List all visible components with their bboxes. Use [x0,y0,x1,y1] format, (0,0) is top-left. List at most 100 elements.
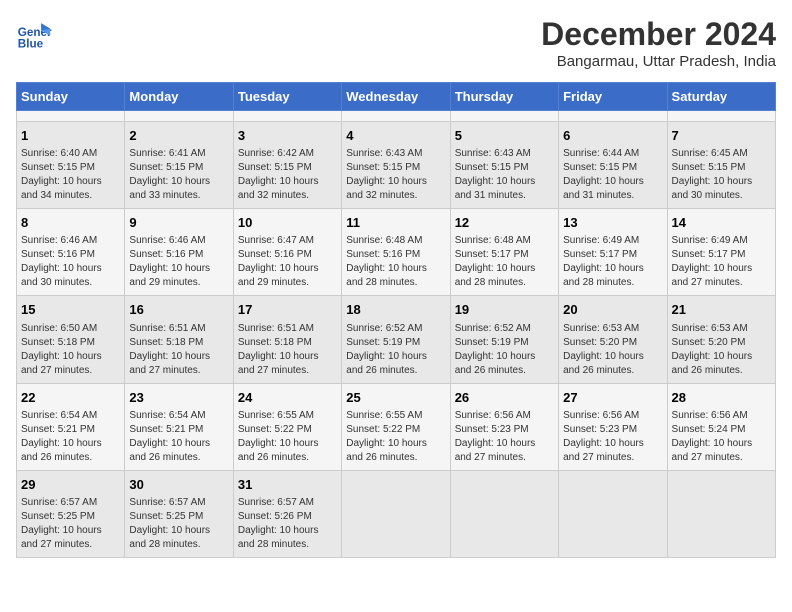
day-info: Sunrise: 6:54 AM Sunset: 5:21 PM Dayligh… [129,409,228,465]
day-info: Sunrise: 6:54 AM Sunset: 5:21 PM Dayligh… [21,409,120,465]
day-number: 9 [129,214,228,232]
header-cell-tuesday: Tuesday [233,83,341,111]
calendar-header: SundayMondayTuesdayWednesdayThursdayFrid… [17,83,776,111]
day-info: Sunrise: 6:46 AM Sunset: 5:16 PM Dayligh… [129,234,228,290]
calendar-week-4: 22 Sunrise: 6:54 AM Sunset: 5:21 PM Dayli… [17,383,776,470]
day-number: 26 [455,389,554,407]
day-info: Sunrise: 6:50 AM Sunset: 5:18 PM Dayligh… [21,322,120,378]
day-number: 27 [563,389,662,407]
day-info: Sunrise: 6:49 AM Sunset: 5:17 PM Dayligh… [563,234,662,290]
day-number: 29 [21,476,120,494]
day-info: Sunrise: 6:42 AM Sunset: 5:15 PM Dayligh… [238,147,337,203]
day-number: 21 [672,301,771,319]
calendar-cell: 21 Sunrise: 6:53 AM Sunset: 5:20 PM Dayli… [667,296,775,383]
header-cell-saturday: Saturday [667,83,775,111]
day-info: Sunrise: 6:43 AM Sunset: 5:15 PM Dayligh… [346,147,445,203]
calendar-table: SundayMondayTuesdayWednesdayThursdayFrid… [16,82,776,558]
calendar-cell: 29 Sunrise: 6:57 AM Sunset: 5:25 PM Dayli… [17,470,125,557]
calendar-cell: 6Sunrise: 6:44 AM Sunset: 5:15 PM Daylig… [559,122,667,209]
day-number: 16 [129,301,228,319]
calendar-cell: 16 Sunrise: 6:51 AM Sunset: 5:18 PM Dayli… [125,296,233,383]
calendar-cell [342,470,450,557]
calendar-cell: 13 Sunrise: 6:49 AM Sunset: 5:17 PM Dayli… [559,209,667,296]
calendar-week-0 [17,111,776,122]
day-info: Sunrise: 6:56 AM Sunset: 5:24 PM Dayligh… [672,409,771,465]
day-info: Sunrise: 6:48 AM Sunset: 5:16 PM Dayligh… [346,234,445,290]
calendar-cell: 23Sunrise: 6:54 AM Sunset: 5:21 PM Dayli… [125,383,233,470]
calendar-cell: 17Sunrise: 6:51 AM Sunset: 5:18 PM Dayli… [233,296,341,383]
day-number: 8 [21,214,120,232]
calendar-cell: 4 Sunrise: 6:43 AM Sunset: 5:15 PM Daylig… [342,122,450,209]
day-info: Sunrise: 6:52 AM Sunset: 5:19 PM Dayligh… [346,322,445,378]
calendar-body: 1Sunrise: 6:40 AM Sunset: 5:15 PM Daylig… [17,111,776,558]
calendar-week-1: 1Sunrise: 6:40 AM Sunset: 5:15 PM Daylig… [17,122,776,209]
day-info: Sunrise: 6:53 AM Sunset: 5:20 PM Dayligh… [672,322,771,378]
header-cell-thursday: Thursday [450,83,558,111]
day-info: Sunrise: 6:56 AM Sunset: 5:23 PM Dayligh… [563,409,662,465]
calendar-week-3: 15 Sunrise: 6:50 AM Sunset: 5:18 PM Dayli… [17,296,776,383]
calendar-week-2: 8 Sunrise: 6:46 AM Sunset: 5:16 PM Daylig… [17,209,776,296]
logo: General Blue [16,16,52,52]
calendar-cell [125,111,233,122]
calendar-cell: 15 Sunrise: 6:50 AM Sunset: 5:18 PM Dayli… [17,296,125,383]
calendar-cell [450,111,558,122]
day-info: Sunrise: 6:57 AM Sunset: 5:25 PM Dayligh… [21,496,120,552]
header-cell-sunday: Sunday [17,83,125,111]
calendar-cell: 27 Sunrise: 6:56 AM Sunset: 5:23 PM Dayli… [559,383,667,470]
day-info: Sunrise: 6:46 AM Sunset: 5:16 PM Dayligh… [21,234,120,290]
day-info: Sunrise: 6:41 AM Sunset: 5:15 PM Dayligh… [129,147,228,203]
calendar-cell: 20Sunrise: 6:53 AM Sunset: 5:20 PM Dayli… [559,296,667,383]
calendar-cell: 26 Sunrise: 6:56 AM Sunset: 5:23 PM Dayli… [450,383,558,470]
calendar-cell: 19Sunrise: 6:52 AM Sunset: 5:19 PM Dayli… [450,296,558,383]
day-number: 31 [238,476,337,494]
header-cell-wednesday: Wednesday [342,83,450,111]
calendar-cell: 2 Sunrise: 6:41 AM Sunset: 5:15 PM Daylig… [125,122,233,209]
day-info: Sunrise: 6:51 AM Sunset: 5:18 PM Dayligh… [238,322,337,378]
calendar-cell [667,470,775,557]
day-number: 30 [129,476,228,494]
day-number: 11 [346,214,445,232]
day-number: 15 [21,301,120,319]
calendar-cell: 22 Sunrise: 6:54 AM Sunset: 5:21 PM Dayli… [17,383,125,470]
calendar-cell: 5Sunrise: 6:43 AM Sunset: 5:15 PM Daylig… [450,122,558,209]
day-number: 18 [346,301,445,319]
day-number: 5 [455,127,554,145]
calendar-cell [667,111,775,122]
calendar-cell: 7Sunrise: 6:45 AM Sunset: 5:15 PM Daylig… [667,122,775,209]
calendar-cell: 31Sunrise: 6:57 AM Sunset: 5:26 PM Dayli… [233,470,341,557]
calendar-cell: 12Sunrise: 6:48 AM Sunset: 5:17 PM Dayli… [450,209,558,296]
calendar-cell: 10 Sunrise: 6:47 AM Sunset: 5:16 PM Dayli… [233,209,341,296]
calendar-cell: 25 Sunrise: 6:55 AM Sunset: 5:22 PM Dayli… [342,383,450,470]
calendar-cell [559,470,667,557]
day-info: Sunrise: 6:55 AM Sunset: 5:22 PM Dayligh… [346,409,445,465]
day-number: 3 [238,127,337,145]
header-cell-monday: Monday [125,83,233,111]
day-number: 22 [21,389,120,407]
day-info: Sunrise: 6:57 AM Sunset: 5:25 PM Dayligh… [129,496,228,552]
calendar-cell: 3 Sunrise: 6:42 AM Sunset: 5:15 PM Daylig… [233,122,341,209]
day-number: 7 [672,127,771,145]
logo-icon: General Blue [16,16,52,52]
calendar-cell: 1Sunrise: 6:40 AM Sunset: 5:15 PM Daylig… [17,122,125,209]
day-number: 4 [346,127,445,145]
day-info: Sunrise: 6:56 AM Sunset: 5:23 PM Dayligh… [455,409,554,465]
day-number: 25 [346,389,445,407]
subtitle: Bangarmau, Uttar Pradesh, India [541,53,776,70]
day-number: 13 [563,214,662,232]
day-number: 10 [238,214,337,232]
day-info: Sunrise: 6:51 AM Sunset: 5:18 PM Dayligh… [129,322,228,378]
day-number: 12 [455,214,554,232]
day-info: Sunrise: 6:53 AM Sunset: 5:20 PM Dayligh… [563,322,662,378]
calendar-cell [233,111,341,122]
calendar-cell [342,111,450,122]
day-info: Sunrise: 6:40 AM Sunset: 5:15 PM Dayligh… [21,147,120,203]
calendar-cell [559,111,667,122]
calendar-cell: 24 Sunrise: 6:55 AM Sunset: 5:22 PM Dayli… [233,383,341,470]
day-number: 2 [129,127,228,145]
page-header: General Blue December 2024 Bangarmau, Ut… [16,16,776,70]
day-info: Sunrise: 6:55 AM Sunset: 5:22 PM Dayligh… [238,409,337,465]
svg-text:Blue: Blue [18,38,44,51]
day-number: 24 [238,389,337,407]
day-number: 6 [563,127,662,145]
day-info: Sunrise: 6:47 AM Sunset: 5:16 PM Dayligh… [238,234,337,290]
